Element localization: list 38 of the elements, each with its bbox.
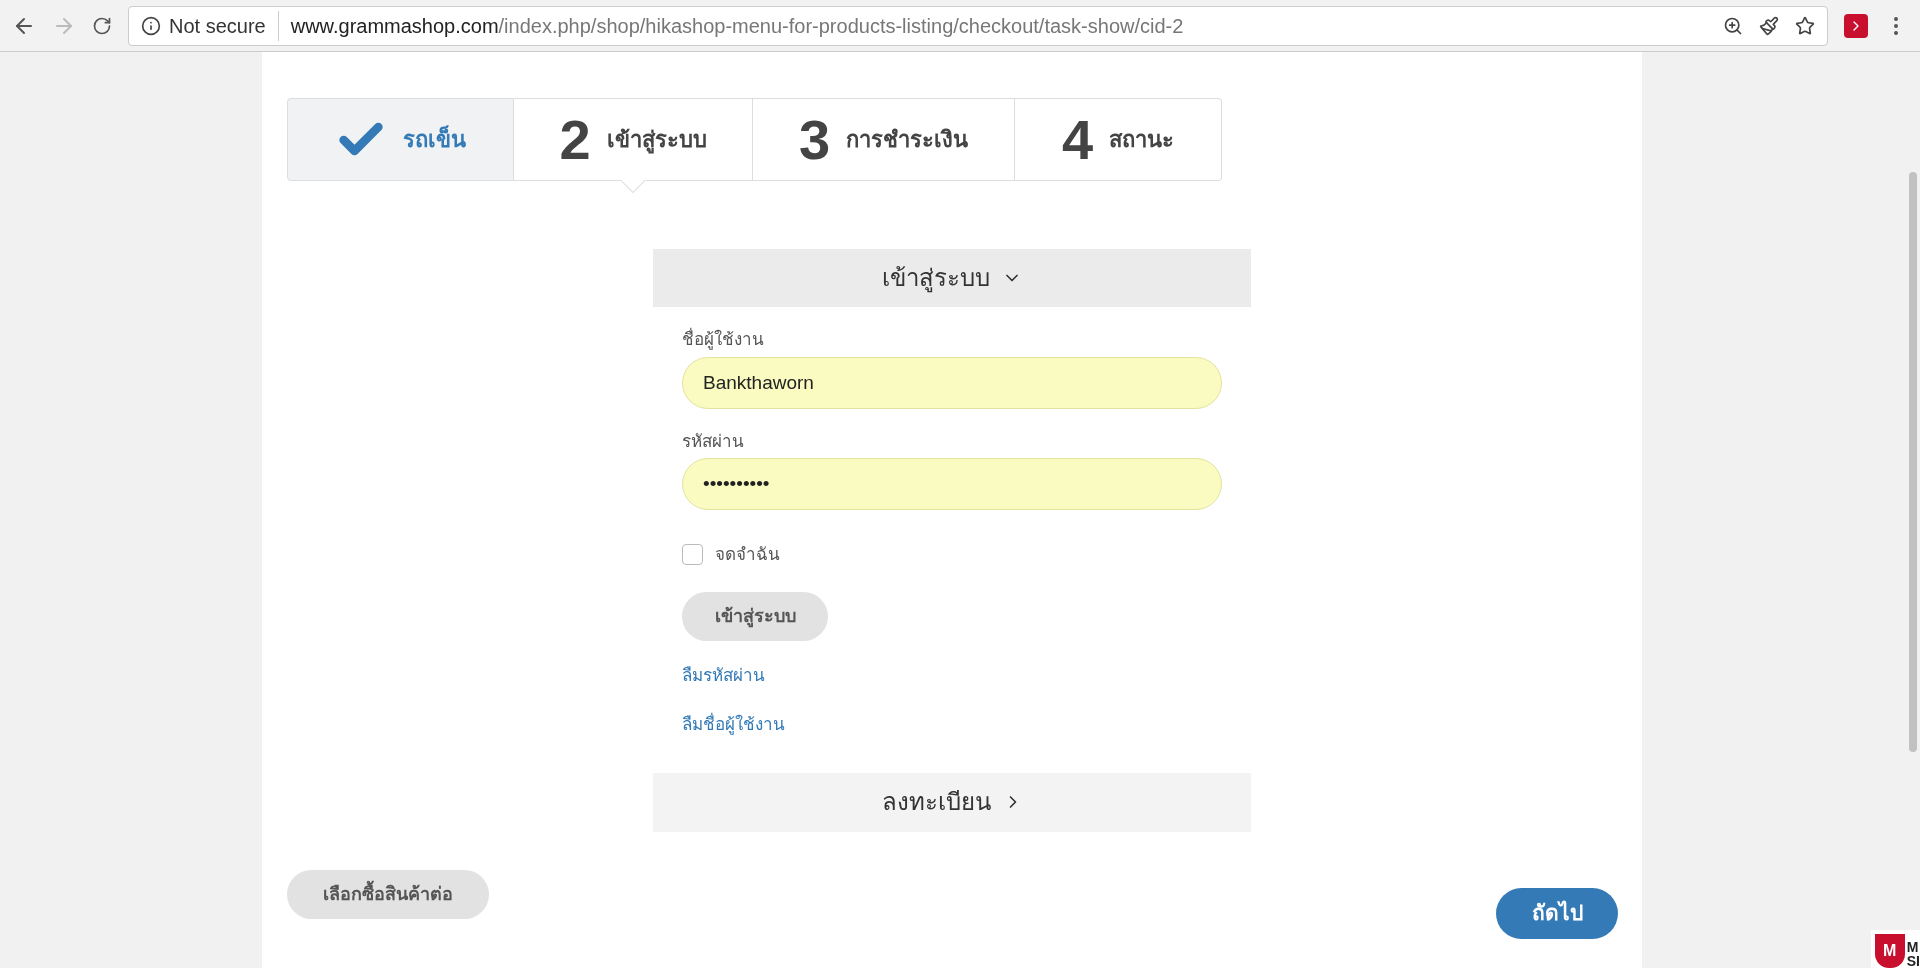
bookmark-star-icon[interactable] bbox=[1795, 15, 1815, 36]
register-section-header[interactable]: ลงทะเบียน bbox=[653, 772, 1251, 832]
url-host: www.grammashop.com bbox=[290, 13, 499, 39]
extension-icon[interactable] bbox=[1844, 13, 1868, 38]
username-field[interactable]: Bankthaworn bbox=[682, 356, 1222, 409]
forgot-link[interactable]: ลืมชื่อผู้ใช้งาน bbox=[682, 712, 785, 738]
remember-checkbox[interactable] bbox=[682, 544, 703, 566]
checkout-step[interactable]: รถเข็น bbox=[287, 98, 514, 181]
register-section-title: ลงทะเบียน bbox=[881, 787, 991, 817]
badge-text: M bbox=[1906, 940, 1920, 954]
address-bar[interactable]: Not secure www.grammashop.com/index.php/shop/hikashop-menu-for-products-listing/checkout/task-show/cid-2 bbox=[128, 5, 1828, 46]
checkout-step[interactable]: 3 การชำระเงิน bbox=[753, 98, 1015, 181]
step-label: สถานะ bbox=[1109, 126, 1175, 154]
login-section-header[interactable]: เข้าสู่ระบบ bbox=[653, 249, 1251, 307]
info-icon[interactable] bbox=[141, 15, 161, 36]
continue-shopping-button[interactable]: เลือกซื้อสินค้าต่อ bbox=[287, 869, 489, 919]
next-button[interactable]: ถัดไป bbox=[1496, 887, 1618, 939]
zoom-icon[interactable] bbox=[1723, 15, 1743, 36]
reload-icon[interactable] bbox=[92, 15, 112, 36]
step-number: 2 bbox=[559, 111, 591, 168]
badge-text: SI bbox=[1906, 954, 1920, 968]
login-button[interactable]: เข้าสู่ระบบ bbox=[682, 591, 828, 641]
checkout-step[interactable]: 4 สถานะ bbox=[1015, 98, 1222, 181]
remember-label: จดจำฉัน bbox=[715, 544, 780, 566]
login-section-title: เข้าสู่ระบบ bbox=[882, 263, 990, 295]
security-label: Not secure bbox=[169, 10, 279, 41]
step-label: การชำระเงิน bbox=[846, 126, 969, 154]
url-path: /index.php/shop/hikashop-menu-for-products-listing/checkout/task-show/cid-2 bbox=[498, 13, 1184, 39]
shield-icon: M bbox=[1874, 934, 1905, 968]
step-label: เข้าสู่ระบบ bbox=[606, 126, 707, 156]
step-number: 3 bbox=[798, 111, 831, 168]
password-field[interactable]: •••••••••• bbox=[682, 458, 1222, 510]
step-label: รถเข็น bbox=[403, 124, 466, 154]
step-number: 4 bbox=[1061, 111, 1094, 168]
brush-icon[interactable] bbox=[1759, 15, 1779, 36]
forgot-link[interactable]: ลืมรหัสผ่าน bbox=[682, 662, 765, 688]
username-label: ชื่อผู้ใช้งาน bbox=[682, 327, 1222, 353]
password-label: รหัสผ่าน bbox=[682, 430, 745, 453]
